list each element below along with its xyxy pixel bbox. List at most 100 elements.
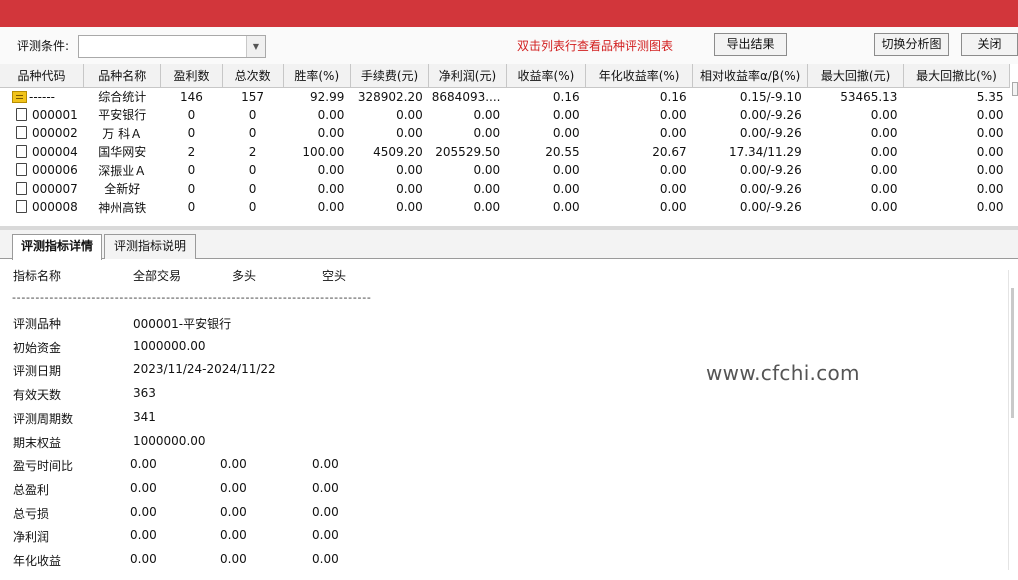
cell-text: 8684093.... [431, 89, 501, 104]
col-header-winrate[interactable]: 胜率(%) [283, 64, 351, 88]
cell-text: 0 [187, 126, 196, 141]
col-header-max-drawdown[interactable]: 最大回撤(元) [807, 64, 904, 88]
cell-text: 0.00 [976, 144, 1004, 159]
cell-text: 0.00 [552, 107, 580, 122]
col-header-relative-return[interactable]: 相对收益率α/β(%) [692, 64, 809, 88]
cell-text: 0 [248, 163, 257, 178]
tab-indicator-details[interactable]: 评测指标详情 [12, 234, 102, 260]
detail-value-all: 0.00 [130, 528, 157, 543]
document-icon [16, 181, 27, 195]
cell-text: 000004 [32, 144, 78, 159]
cell-code: 000004 [0, 143, 84, 162]
col-header-return[interactable]: 收益率(%) [506, 64, 587, 88]
cell-annual-return: 0.00 [586, 180, 693, 199]
col-header-code[interactable]: 品种代码 [0, 64, 85, 88]
detail-value-all: 000001-平安银行 [133, 317, 232, 331]
cell-text: 92.99 [310, 89, 345, 104]
cell-text: 万 科Ａ [102, 126, 143, 141]
col-header-fee[interactable]: 手续费(元) [350, 64, 430, 88]
cell-name: 平安银行 [84, 106, 161, 125]
grid-header-row: 品种代码 品种名称 盈利数 总次数 胜率(%) 手续费(元) 净利润(元) 收益… [0, 64, 1011, 88]
detail-row-label: 总亏损 [13, 506, 50, 521]
detail-row-label: 评测周期数 [13, 411, 74, 426]
cell-text: 0.00 [870, 144, 898, 159]
detail-value-all: 341 [133, 409, 156, 424]
close-button[interactable]: 关闭 [961, 33, 1018, 56]
cell-code: 000008 [0, 198, 84, 217]
table-row[interactable]: 000008 神州高铁 0 0 0.00 0.00 0.00 0.00 0.00 0.00/-9.… [0, 198, 1010, 217]
switch-chart-button[interactable]: 切换分析图 [874, 33, 949, 56]
cell-netprofit: 0.00 [429, 180, 506, 199]
cell-text: 0.00 [870, 181, 898, 196]
cell-text: 0.00 [317, 200, 345, 215]
col-header-netprofit[interactable]: 净利润(元) [428, 64, 507, 88]
cell-winrate: 0.00 [283, 124, 350, 143]
cell-text: 0.00 [976, 126, 1004, 141]
chevron-down-icon[interactable]: ▼ [246, 36, 265, 57]
cell-netprofit: 205529.50 [429, 143, 506, 162]
cell-text: 0.00 [659, 181, 687, 196]
cell-text: 0.00 [659, 107, 687, 122]
export-results-button[interactable]: 导出结果 [714, 33, 787, 56]
cell-annual-return: 0.00 [586, 161, 693, 180]
cell-text: 0.00 [317, 126, 345, 141]
condition-combobox[interactable]: ▼ [78, 35, 266, 58]
cell-total: 0 [222, 180, 283, 199]
cell-return: 0.00 [506, 124, 585, 143]
cell-text: 0.00 [976, 163, 1004, 178]
cell-text: 0 [187, 163, 196, 178]
cell-text: 328902.20 [357, 89, 423, 104]
cell-text: 0 [187, 107, 196, 122]
cell-max-drawdown: 0.00 [808, 143, 904, 162]
col-header-annual-return[interactable]: 年化收益率(%) [585, 64, 694, 88]
cell-text: 神州高铁 [98, 200, 147, 215]
table-row[interactable]: 000004 国华网安 2 2 100.00 4509.20 205529.50 20.55 2… [0, 143, 1010, 162]
detail-value-short: 0.00 [312, 480, 339, 495]
tab-indicator-description[interactable]: 评测指标说明 [104, 234, 196, 259]
table-row[interactable]: 000002 万 科Ａ 0 0 0.00 0.00 0.00 0.00 0.00 0.00/-9.… [0, 124, 1010, 143]
cell-max-drawdown-ratio: 0.00 [903, 180, 1009, 199]
col-header-max-drawdown-ratio[interactable]: 最大回撤比(%) [903, 64, 1011, 88]
cell-text: 5.35 [976, 89, 1004, 104]
col-header-name[interactable]: 品种名称 [83, 64, 162, 88]
cell-netprofit: 0.00 [429, 198, 506, 217]
detail-header-name: 指标名称 [13, 269, 62, 283]
cell-text: 0.00 [976, 181, 1004, 196]
cell-text: 4509.20 [373, 144, 423, 159]
table-row[interactable]: 000006 深振业Ａ 0 0 0.00 0.00 0.00 0.00 0.00 0.00/-9.… [0, 161, 1010, 180]
detail-row-label: 总盈利 [13, 482, 50, 497]
cell-text: 0 [187, 200, 196, 215]
table-row[interactable]: ------ 综合统计 146 157 92.99 328902.20 8684093...… [0, 87, 1010, 106]
document-icon [16, 107, 27, 121]
cell-text: 0.00 [659, 163, 687, 178]
cell-text: 0.00 [870, 200, 898, 215]
toolbar: 评测条件: ▼ 双击列表行查看品种评测图表 导出结果 切换分析图 关闭 [0, 27, 1018, 64]
detail-header-long: 多头 [232, 269, 257, 283]
detail-value-short: 0.00 [312, 552, 339, 566]
detail-scrollbar[interactable] [1008, 270, 1014, 570]
detail-value-all: 0.00 [130, 552, 157, 566]
cell-winrate: 0.00 [283, 180, 350, 199]
table-row[interactable]: 000007 全新好 0 0 0.00 0.00 0.00 0.00 0.00 0.00/-9.2… [0, 180, 1010, 199]
detail-panel: 指标名称 全部交易 多头 空头 ------------------------… [0, 260, 1016, 580]
col-header-wins[interactable]: 盈利数 [160, 64, 223, 88]
cell-total: 0 [222, 161, 283, 180]
cell-fee: 0.00 [350, 161, 428, 180]
detail-scroll-thumb[interactable] [1011, 288, 1014, 418]
cell-text: 0.00 [317, 107, 345, 122]
cell-netprofit: 8684093.... [429, 87, 506, 106]
results-grid[interactable]: 品种代码 品种名称 盈利数 总次数 胜率(%) 手续费(元) 净利润(元) 收益… [0, 64, 1018, 226]
table-row[interactable]: 000001 平安银行 0 0 0.00 0.00 0.00 0.00 0.00 0.00/-9.… [0, 106, 1010, 125]
cell-text: 0.00 [473, 200, 501, 215]
document-icon [16, 144, 27, 158]
cell-max-drawdown: 0.00 [808, 124, 904, 143]
grid-scroll-arrow[interactable] [1012, 82, 1018, 96]
cell-text: 0 [248, 107, 257, 122]
col-header-total[interactable]: 总次数 [222, 64, 284, 88]
cell-text: 0.00/-9.26 [739, 200, 802, 215]
cell-text: 综合统计 [98, 90, 147, 104]
cell-text: 深振业Ａ [98, 163, 147, 178]
cell-text: 平安银行 [98, 108, 147, 123]
cell-total: 157 [222, 87, 283, 106]
cell-text: 146 [180, 89, 203, 104]
